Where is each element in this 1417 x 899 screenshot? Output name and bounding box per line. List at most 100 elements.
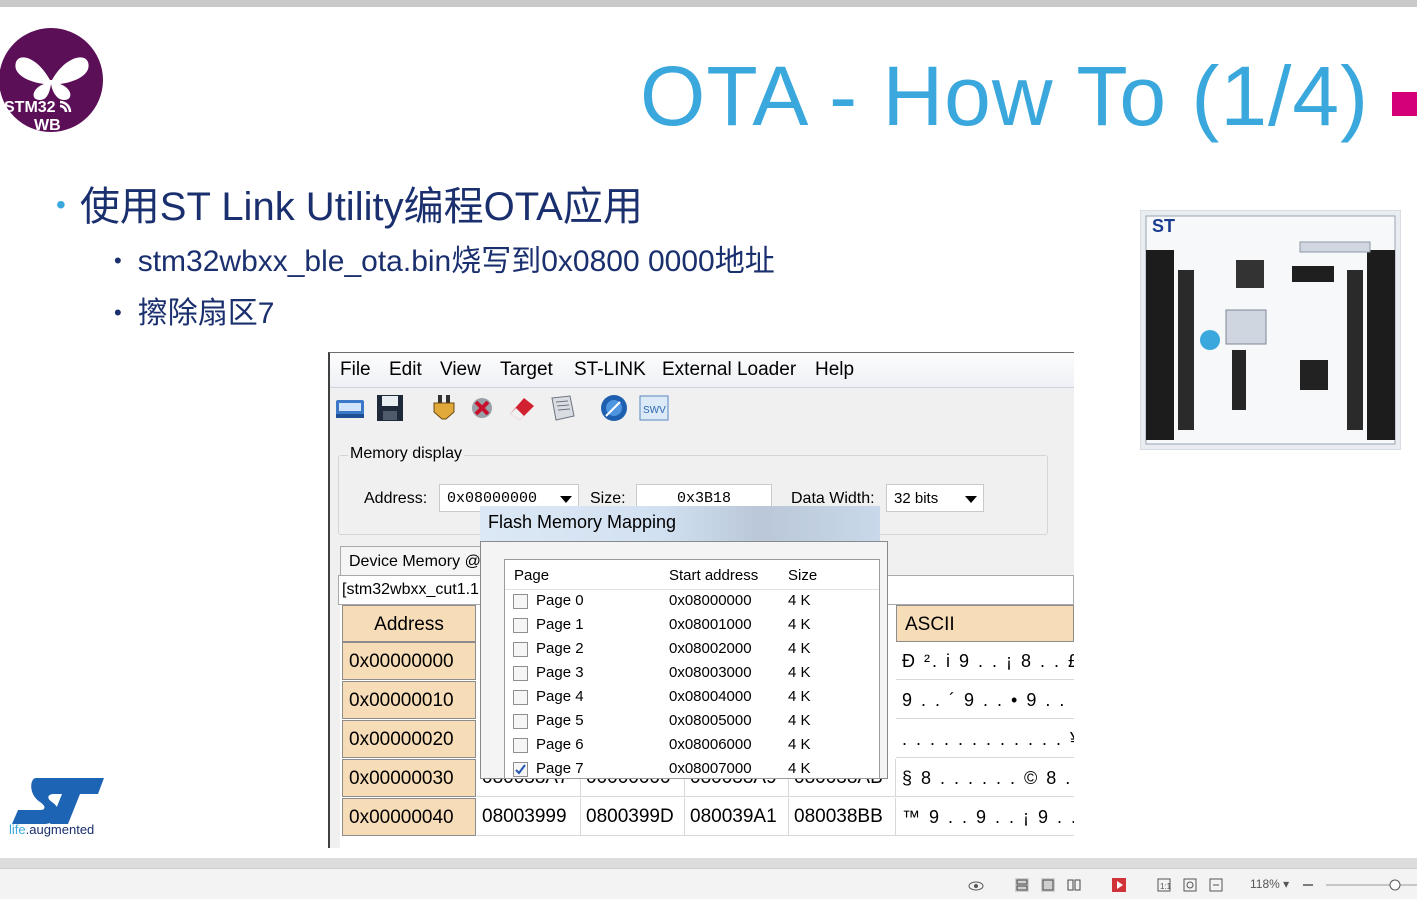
menu-external-loader[interactable]: External Loader (662, 359, 796, 381)
list-item[interactable]: Page 1 0x08001000 4 K (505, 614, 879, 638)
data-cell: 080039A1 (685, 798, 789, 836)
save-icon[interactable] (374, 392, 406, 424)
page-checkbox[interactable] (513, 594, 528, 609)
svg-text:SWV: SWV (643, 405, 666, 416)
page-size: 4 K (788, 664, 811, 681)
page-name: Page 1 (536, 616, 584, 633)
ascii-column-header: ASCII (896, 605, 1074, 642)
zoom-slider[interactable] (1300, 877, 1417, 893)
eye-icon[interactable] (968, 877, 984, 893)
page-checkbox[interactable] (513, 714, 528, 729)
list-item[interactable]: Page 3 0x08003000 4 K (505, 662, 879, 686)
data-cell: 080038BB (789, 798, 896, 836)
page-size: 4 K (788, 640, 811, 657)
target-icon[interactable] (598, 392, 630, 424)
reading-view-icon[interactable] (1066, 877, 1082, 893)
bullet-3: • 擦除扇区7 (114, 297, 275, 330)
logo-text-bottom: WB (34, 117, 61, 134)
ascii-cell: ™ 9 . . 9 . . ¡ 9 . . » 8 . (896, 798, 1074, 836)
swv-icon[interactable]: SWV (638, 392, 670, 424)
footer-brand: life.augmented (9, 822, 95, 837)
top-border (0, 0, 1417, 7)
address-cell: 0x00000020 (342, 720, 476, 758)
chevron-down-icon[interactable] (560, 496, 572, 503)
svg-text:1:1: 1:1 (1160, 882, 1172, 891)
page-checkbox[interactable] (513, 642, 528, 657)
page-size: 4 K (788, 592, 811, 609)
fit-1-icon[interactable]: 1:1 (1156, 877, 1172, 893)
list-item[interactable]: Page 7 0x08007000 4 K (505, 758, 879, 778)
page-checkbox-checked[interactable] (513, 762, 528, 777)
page-start-address: 0x08000000 (669, 592, 752, 609)
page-size: 4 K (788, 736, 811, 753)
page-name: Page 4 (536, 688, 584, 705)
menu-edit[interactable]: Edit (389, 359, 422, 381)
page-start-address: 0x08004000 (669, 688, 752, 705)
data-width-value: 32 bits (894, 490, 939, 507)
zoom-level[interactable]: 118% ▾ (1250, 877, 1289, 891)
svg-text:ST: ST (1152, 216, 1175, 236)
slide-title: OTA - How To (1/4) (640, 49, 1370, 143)
accent-square (1392, 92, 1417, 116)
size-column-header: Size (788, 567, 818, 584)
bullet-2-text: stm32wbxx_ble_ota.bin烧写到0x0800 0000地址 (137, 245, 775, 278)
page-size: 4 K (788, 760, 811, 777)
program-icon[interactable] (546, 392, 578, 424)
page-start-address: 0x08007000 (669, 760, 752, 777)
list-item[interactable]: Page 4 0x08004000 4 K (505, 686, 879, 710)
page-name: Page 0 (536, 592, 584, 609)
memory-display-label: Memory display (348, 445, 465, 463)
page-checkbox[interactable] (513, 690, 528, 705)
data-width-combobox[interactable]: 32 bits (886, 484, 984, 512)
menu-st-link[interactable]: ST-LINK (574, 359, 646, 381)
bullet-1: • 使用ST Link Utility编程OTA应用 (56, 185, 643, 229)
flash-page-list: Page Start address Size Page 0 0x0800000… (504, 559, 880, 779)
bullet-1-text: 使用ST Link Utility编程OTA应用 (79, 185, 643, 229)
nucleo-board-image: ST (1140, 210, 1401, 450)
flash-mapping-dialog-title: Flash Memory Mapping (480, 506, 880, 542)
page-name: Page 5 (536, 712, 584, 729)
page-size: 4 K (788, 712, 811, 729)
ascii-cell: Ð ². i 9 . . ¡ 8 . . £ 8 (896, 642, 1074, 680)
address-cell: 0x00000030 (342, 759, 476, 797)
open-file-icon[interactable] (334, 392, 366, 424)
statusbar-divider (0, 858, 1417, 868)
list-item[interactable]: Page 6 0x08006000 4 K (505, 734, 879, 758)
slideshow-icon[interactable] (1111, 877, 1127, 893)
tab-device-memory[interactable]: Device Memory @ (340, 546, 490, 576)
erase-icon[interactable] (506, 392, 538, 424)
menu-file[interactable]: File (340, 359, 371, 381)
menubar: File Edit View Target ST-LINK External L… (330, 353, 1074, 388)
page-start-address: 0x08003000 (669, 664, 752, 681)
page-checkbox[interactable] (513, 738, 528, 753)
page-column-header: Page (514, 567, 550, 584)
bullet-3-text: 擦除扇区7 (137, 297, 275, 330)
normal-view-icon[interactable] (1014, 877, 1030, 893)
list-item[interactable]: Page 2 0x08002000 4 K (505, 638, 879, 662)
chevron-down-icon[interactable] (965, 496, 977, 503)
list-item[interactable]: Page 5 0x08005000 4 K (505, 710, 879, 734)
page-name: Page 2 (536, 640, 584, 657)
page-start-address: 0x08002000 (669, 640, 752, 657)
bullet-2: • stm32wbxx_ble_ota.bin烧写到0x0800 0000地址 (114, 245, 775, 278)
disconnect-icon[interactable] (466, 392, 498, 424)
page-start-address: 0x08006000 (669, 736, 752, 753)
list-item[interactable]: Page 0 0x08000000 4 K (505, 590, 879, 614)
page-checkbox[interactable] (513, 618, 528, 633)
menu-target[interactable]: Target (500, 359, 553, 381)
address-cell: 0x00000000 (342, 642, 476, 680)
page-checkbox[interactable] (513, 666, 528, 681)
address-cell: 0x00000040 (342, 798, 476, 836)
checkmark-icon (515, 764, 526, 775)
fit-2-icon[interactable] (1182, 877, 1198, 893)
start-address-column-header: Start address (669, 567, 759, 584)
page-size: 4 K (788, 688, 811, 705)
menu-help[interactable]: Help (815, 359, 854, 381)
page-name: Page 3 (536, 664, 584, 681)
page-name: Page 6 (536, 736, 584, 753)
fit-3-icon[interactable] (1208, 877, 1224, 893)
connect-plug-icon[interactable] (428, 392, 460, 424)
menu-view[interactable]: View (440, 359, 481, 381)
logo-text-top: STM32 (4, 99, 56, 116)
slide-view-icon[interactable] (1040, 877, 1056, 893)
